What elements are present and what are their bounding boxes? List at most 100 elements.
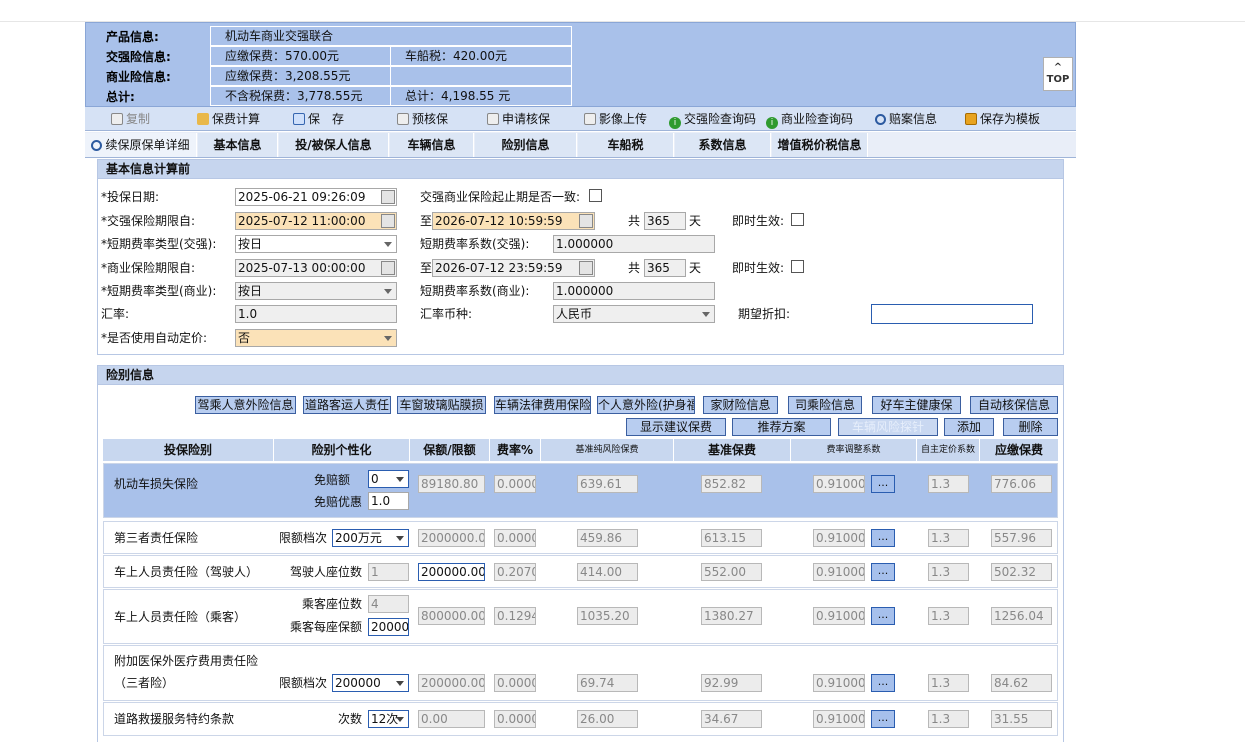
- due-premium-input[interactable]: 31.55: [991, 710, 1052, 728]
- comp-start-input[interactable]: 2025-07-12 11:00:00: [235, 212, 397, 230]
- driver-accident-button[interactable]: 驾乘人意外险信息: [195, 396, 296, 414]
- tab-vat[interactable]: 增值税价税信息: [772, 133, 868, 157]
- currency-select[interactable]: 人民币: [553, 305, 715, 323]
- pure-premium-input[interactable]: 1035.20: [577, 607, 638, 625]
- self-coef-input[interactable]: 1.3: [928, 674, 969, 692]
- adj-coef-detail-button[interactable]: ...: [871, 563, 895, 581]
- road-passenger-button[interactable]: 道路客运人责任: [303, 396, 391, 414]
- comp-days-input[interactable]: 365: [644, 212, 686, 230]
- amount-input[interactable]: 0.00: [418, 710, 485, 728]
- comp-end-input[interactable]: 2026-07-12 10:59:59: [432, 212, 595, 230]
- driver-seats-input[interactable]: 1: [368, 563, 409, 581]
- apply-check-button[interactable]: 申请核保: [487, 107, 550, 131]
- recommend-plan-button[interactable]: 推荐方案: [732, 418, 831, 436]
- auto-underwriting-button[interactable]: 自动核保信息: [970, 396, 1058, 414]
- tab-vehicle[interactable]: 车辆信息: [390, 133, 474, 157]
- short-rate-type-comm-select[interactable]: 按日: [235, 282, 397, 300]
- rate-input[interactable]: 0.0000: [494, 475, 536, 493]
- limit-select[interactable]: 200000: [332, 674, 409, 692]
- count-select[interactable]: 12次: [368, 710, 409, 728]
- self-coef-input[interactable]: 1.3: [928, 529, 969, 547]
- deductible-discount-input[interactable]: 1.0: [368, 492, 409, 510]
- image-upload-button[interactable]: 影像上传: [584, 107, 647, 131]
- calendar-icon[interactable]: [381, 261, 395, 275]
- tab-renewal-detail[interactable]: 续保原保单详细: [85, 133, 197, 157]
- delete-button[interactable]: 删除: [1003, 418, 1058, 436]
- short-rate-coef-comm-input[interactable]: 1.000000: [553, 282, 715, 300]
- pure-premium-input[interactable]: 459.86: [577, 529, 638, 547]
- back-to-top-button[interactable]: ^ TOP: [1043, 57, 1073, 91]
- save-template-button[interactable]: 保存为模板: [965, 107, 1040, 131]
- self-coef-input[interactable]: 1.3: [928, 710, 969, 728]
- self-coef-input[interactable]: 1.3: [928, 475, 969, 493]
- compulsory-query-button[interactable]: i 交强险查询码: [669, 107, 756, 131]
- tab-coefficient[interactable]: 系数信息: [675, 133, 771, 157]
- add-button[interactable]: 添加: [944, 418, 994, 436]
- adj-coef-input[interactable]: 0.910000: [813, 674, 865, 692]
- adj-coef-detail-button[interactable]: ...: [871, 674, 895, 692]
- passenger-seats-input[interactable]: 4: [368, 595, 409, 613]
- amount-input[interactable]: 200000.00: [418, 674, 485, 692]
- save-button[interactable]: 保 存: [293, 107, 344, 131]
- show-suggested-premium-button[interactable]: 显示建议保费: [626, 418, 726, 436]
- due-premium-input[interactable]: 502.32: [991, 563, 1052, 581]
- comp-immediate-checkbox[interactable]: [791, 213, 804, 226]
- comm-days-input[interactable]: 365: [644, 259, 686, 277]
- tab-coverage[interactable]: 险别信息: [475, 133, 577, 157]
- personal-accident-button[interactable]: 个人意外险(护身福: [597, 396, 695, 414]
- base-premium-input[interactable]: 34.67: [701, 710, 762, 728]
- due-premium-input[interactable]: 776.06: [991, 475, 1052, 493]
- commercial-query-button[interactable]: i 商业险查询码: [766, 107, 853, 131]
- comm-immediate-checkbox[interactable]: [791, 260, 804, 273]
- adj-coef-input[interactable]: 0.910000: [813, 563, 865, 581]
- calc-premium-button[interactable]: 保费计算: [197, 107, 260, 131]
- comm-start-input[interactable]: 2025-07-13 00:00:00: [235, 259, 397, 277]
- copy-button[interactable]: 复制: [111, 107, 150, 131]
- window-film-button[interactable]: 车窗玻璃贴膜损: [397, 396, 486, 414]
- base-premium-input[interactable]: 92.99: [701, 674, 762, 692]
- adj-coef-input[interactable]: 0.910000: [813, 529, 865, 547]
- base-premium-input[interactable]: 1380.27: [701, 607, 762, 625]
- claims-button[interactable]: 赔案信息: [875, 107, 937, 131]
- pure-premium-input[interactable]: 26.00: [577, 710, 638, 728]
- base-premium-input[interactable]: 613.15: [701, 529, 762, 547]
- rate-input[interactable]: 0.0000: [494, 710, 536, 728]
- self-coef-input[interactable]: 1.3: [928, 607, 969, 625]
- adj-coef-input[interactable]: 0.910000: [813, 475, 865, 493]
- tab-insured[interactable]: 投/被保人信息: [279, 133, 389, 157]
- rate-input[interactable]: 0.2070: [494, 563, 536, 581]
- rate-input[interactable]: 0.0000: [494, 529, 536, 547]
- amount-input[interactable]: 800000.00: [418, 607, 485, 625]
- short-rate-coef-comp-input[interactable]: 1.000000: [553, 235, 715, 253]
- home-property-button[interactable]: 家财险信息: [703, 396, 778, 414]
- calendar-icon[interactable]: [579, 261, 593, 275]
- tab-vehicle-tax[interactable]: 车船税: [578, 133, 674, 157]
- due-premium-input[interactable]: 84.62: [991, 674, 1052, 692]
- exchange-rate-input[interactable]: 1.0: [235, 305, 397, 323]
- adj-coef-input[interactable]: 0.910000: [813, 607, 865, 625]
- pure-premium-input[interactable]: 639.61: [577, 475, 638, 493]
- driver-passenger-button[interactable]: 司乘险信息: [788, 396, 862, 414]
- consistent-checkbox[interactable]: [589, 189, 602, 202]
- comm-end-input[interactable]: 2026-07-12 23:59:59: [432, 259, 595, 277]
- pure-premium-input[interactable]: 69.74: [577, 674, 638, 692]
- adj-coef-input[interactable]: 0.910000: [813, 710, 865, 728]
- tab-basic[interactable]: 基本信息: [198, 133, 278, 157]
- risk-probe-button[interactable]: 车辆风险探针: [838, 418, 938, 436]
- per-seat-amount-input[interactable]: 200000.: [368, 618, 409, 636]
- amount-input[interactable]: 89180.80: [418, 475, 485, 493]
- expected-discount-input[interactable]: [871, 304, 1033, 324]
- rate-input[interactable]: 0.0000: [494, 674, 536, 692]
- pure-premium-input[interactable]: 414.00: [577, 563, 638, 581]
- adj-coef-detail-button[interactable]: ...: [871, 710, 895, 728]
- adj-coef-detail-button[interactable]: ...: [871, 607, 895, 625]
- adj-coef-detail-button[interactable]: ...: [871, 529, 895, 547]
- adj-coef-detail-button[interactable]: ...: [871, 475, 895, 493]
- pre-check-button[interactable]: 预核保: [397, 107, 448, 131]
- good-owner-health-button[interactable]: 好车主健康保: [872, 396, 961, 414]
- due-premium-input[interactable]: 1256.04: [991, 607, 1052, 625]
- calendar-icon[interactable]: [381, 214, 395, 228]
- calendar-icon[interactable]: [579, 214, 593, 228]
- short-rate-type-comp-select[interactable]: 按日: [235, 235, 397, 253]
- rate-input[interactable]: 0.1294: [494, 607, 536, 625]
